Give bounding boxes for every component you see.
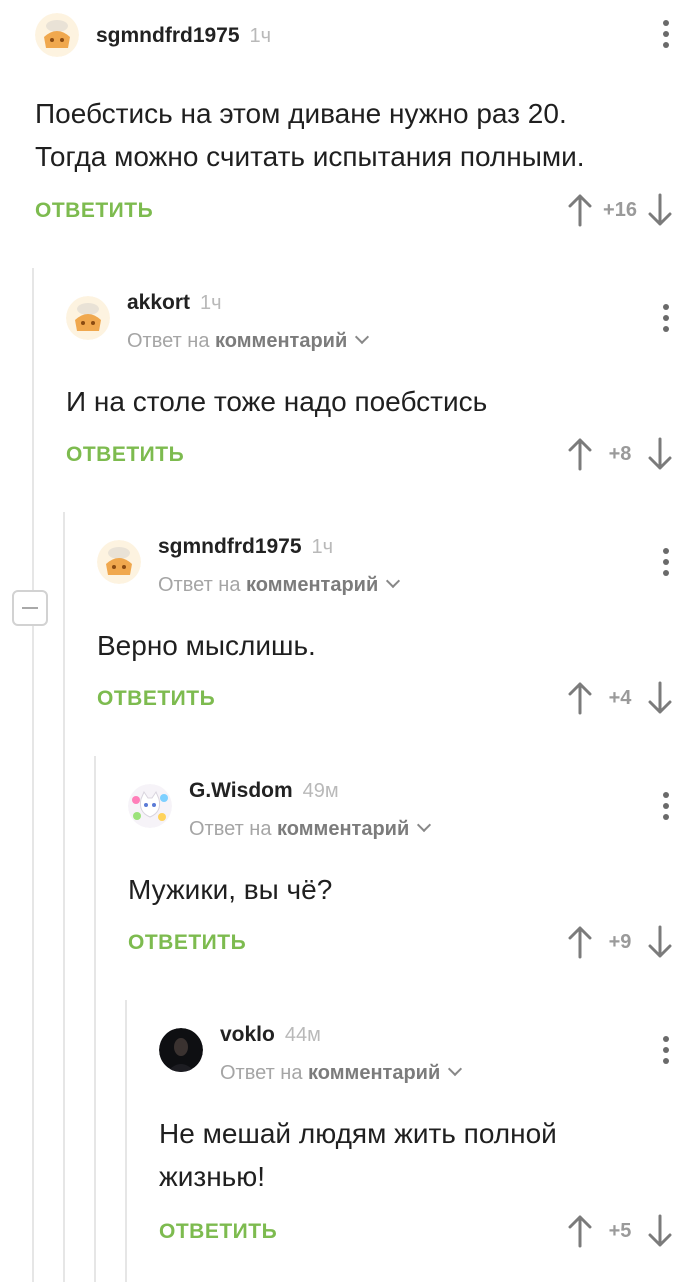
upvote-icon[interactable] [568, 1214, 592, 1248]
vote-controls: +5 [568, 1214, 672, 1248]
downvote-icon[interactable] [648, 437, 672, 471]
comment: sgmndfrd1975 1ч Ответ на комментарий Верн… [0, 512, 700, 742]
more-options-icon[interactable] [662, 792, 670, 825]
chevron-down-icon [386, 573, 401, 589]
username[interactable]: akkort 1ч [127, 291, 222, 315]
score: +5 [608, 1219, 632, 1242]
reply-button[interactable]: ОТВЕТИТЬ [66, 443, 184, 467]
upvote-icon[interactable] [568, 925, 592, 959]
downvote-icon[interactable] [648, 1214, 672, 1248]
score: +8 [608, 442, 632, 465]
vote-controls: +8 [568, 437, 672, 471]
comment: voklo 44м Ответ на комментарий Не мешай л… [0, 1000, 700, 1282]
chevron-down-icon [448, 1061, 463, 1077]
timestamp: 44м [284, 1024, 321, 1046]
more-options-icon[interactable] [662, 548, 670, 581]
reply-to-link[interactable]: Ответ на комментарий [189, 817, 432, 841]
upvote-icon[interactable] [568, 193, 592, 227]
reply-button[interactable]: ОТВЕТИТЬ [159, 1220, 277, 1244]
chef-avatar-icon[interactable] [35, 13, 79, 57]
reply-to-link[interactable]: Ответ на комментарий [127, 329, 370, 353]
timestamp: 1ч [200, 292, 222, 314]
more-options-icon[interactable] [662, 1036, 670, 1069]
score: +16 [603, 198, 637, 221]
comment: sgmndfrd1975 1ч Поебстись на этом диване … [0, 0, 700, 250]
chef-avatar-icon[interactable] [97, 540, 141, 584]
reply-button[interactable]: ОТВЕТИТЬ [128, 931, 246, 955]
downvote-icon[interactable] [648, 193, 672, 227]
comment-text: И на столе тоже надо поебстись [66, 386, 488, 417]
timestamp: 1ч [249, 25, 272, 47]
upvote-icon[interactable] [568, 437, 592, 471]
chevron-down-icon [355, 329, 370, 345]
photo-avatar-icon[interactable] [159, 1028, 203, 1072]
username[interactable]: sgmndfrd1975 1ч [96, 24, 271, 48]
downvote-icon[interactable] [648, 925, 672, 959]
reply-to-link[interactable]: Ответ на комментарий [158, 573, 401, 597]
comment-text: Мужики, вы чё? [128, 874, 333, 905]
vote-controls: +4 [568, 681, 672, 715]
score: +9 [608, 930, 632, 953]
timestamp: 49м [302, 780, 339, 802]
comment-text: Поебстись на этом диване нужно раз 20. Т… [35, 98, 585, 172]
more-options-icon[interactable] [662, 20, 670, 53]
username[interactable]: voklo 44м [220, 1023, 321, 1047]
more-options-icon[interactable] [662, 304, 670, 337]
reply-to-link[interactable]: Ответ на комментарий [220, 1061, 463, 1085]
vote-controls: +16 [568, 193, 672, 227]
comment-text: Верно мыслишь. [97, 630, 316, 661]
reply-button[interactable]: ОТВЕТИТЬ [97, 687, 215, 711]
chevron-down-icon [417, 817, 432, 833]
downvote-icon[interactable] [648, 681, 672, 715]
comment-text: Не мешай людям жить полной жизнью! [159, 1118, 557, 1192]
timestamp: 1ч [311, 536, 334, 558]
username[interactable]: G.Wisdom 49м [189, 779, 339, 803]
reply-button[interactable]: ОТВЕТИТЬ [35, 199, 153, 223]
username[interactable]: sgmndfrd1975 1ч [158, 535, 333, 559]
comment: akkort 1ч Ответ на комментарий И на столе… [0, 268, 700, 498]
upvote-icon[interactable] [568, 681, 592, 715]
kitten-avatar-icon[interactable] [128, 784, 172, 828]
vote-controls: +9 [568, 925, 672, 959]
chef-avatar-icon[interactable] [66, 296, 110, 340]
comment: G.Wisdom 49м Ответ на комментарий Мужики,… [0, 756, 700, 986]
score: +4 [608, 686, 632, 709]
